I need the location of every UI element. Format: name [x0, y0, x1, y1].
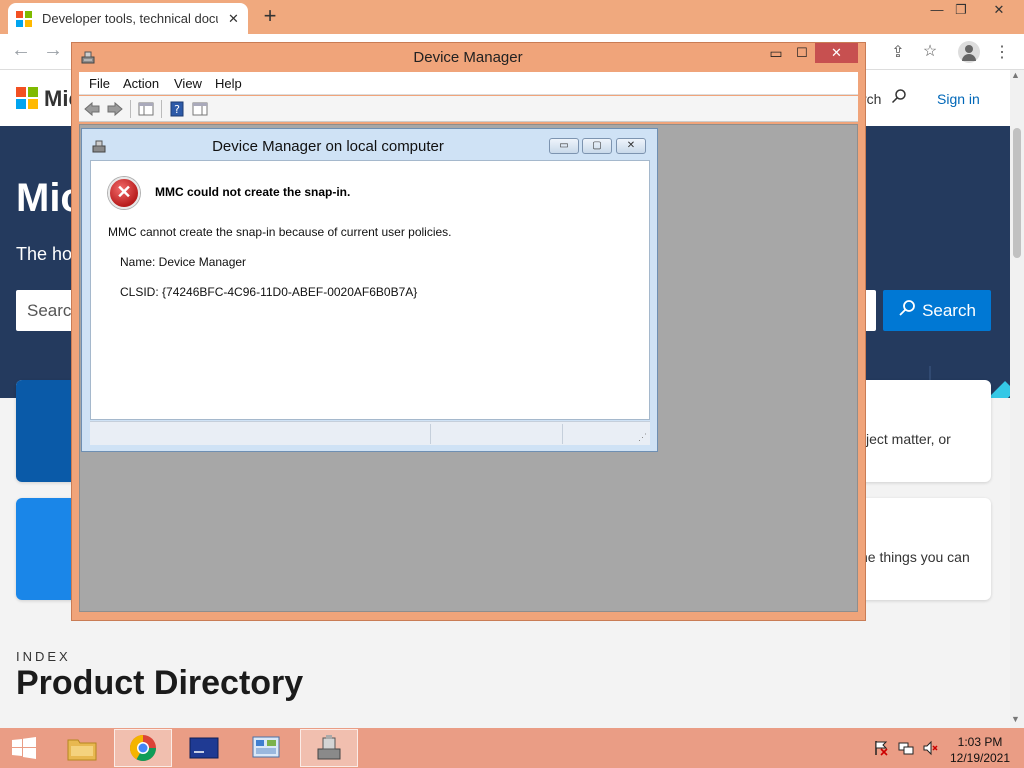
device-manager-title: Device Manager	[413, 49, 523, 66]
error-icon: ✕	[108, 177, 140, 209]
help-icon[interactable]: ?	[168, 100, 186, 118]
more-menu-icon[interactable]: ⋮	[990, 42, 1014, 62]
profile-avatar-icon[interactable]	[958, 41, 980, 63]
toolbar-separator	[161, 100, 162, 118]
child-minimize-button[interactable]: ▭	[549, 138, 579, 154]
control-panel-taskbar-icon[interactable]	[237, 729, 295, 767]
show-action-pane-icon[interactable]	[191, 100, 209, 118]
page-scrollbar-thumb[interactable]	[1013, 128, 1021, 258]
card-2-text: he things you can	[860, 549, 970, 565]
clock-time[interactable]: 1:03 PM	[940, 735, 1020, 749]
microsoft-favicon-icon	[16, 10, 32, 27]
error-heading: MMC could not create the snap-in.	[155, 185, 351, 199]
browser-restore-button[interactable]: ❐	[946, 0, 976, 22]
microsoft-logo-icon[interactable]	[16, 87, 38, 109]
tab-title: Developer tools, technical documentation…	[42, 11, 218, 26]
index-label: INDEX	[16, 649, 71, 664]
dm-close-button[interactable]: ✕	[815, 43, 858, 63]
clock-date[interactable]: 12/19/2021	[940, 751, 1020, 765]
tab-close-icon[interactable]: ✕	[228, 11, 239, 27]
error-message: MMC cannot create the snap-in because of…	[108, 225, 452, 239]
hero-subtitle: The ho	[16, 244, 73, 264]
back-arrow-icon[interactable]	[83, 100, 101, 118]
powershell-taskbar-icon[interactable]	[175, 729, 233, 767]
scroll-down-icon[interactable]: ▼	[1011, 714, 1020, 724]
resize-grip-icon[interactable]: ⋰	[638, 432, 647, 443]
menu-file[interactable]: File	[89, 76, 110, 91]
browser-tab[interactable]: Developer tools, technical documentation…	[8, 3, 248, 34]
child-window-title: Device Manager on local computer	[212, 138, 444, 155]
share-icon[interactable]: ⇪	[886, 42, 910, 62]
child-close-button[interactable]: ✕	[616, 138, 646, 154]
menu-view[interactable]: View	[174, 76, 202, 91]
snapin-clsid: CLSID: {74246BFC-4C96-11D0-ABEF-0020AF6B…	[120, 285, 418, 299]
toolbar-separator	[130, 100, 131, 118]
chrome-taskbar-icon[interactable]	[114, 729, 172, 767]
child-status-bar	[90, 421, 650, 445]
scroll-up-icon[interactable]: ▲	[1011, 70, 1020, 80]
action-center-flag-icon[interactable]	[873, 740, 889, 759]
svg-text:?: ?	[174, 103, 180, 116]
forward-arrow-icon[interactable]	[106, 100, 124, 118]
menu-action[interactable]: Action	[123, 76, 159, 91]
search-button-label: Search	[922, 300, 976, 320]
device-manager-app-icon[interactable]	[80, 49, 96, 65]
device-manager-taskbar-icon[interactable]	[300, 729, 358, 767]
bookmark-star-icon[interactable]: ☆	[918, 41, 942, 61]
dm-maximize-button[interactable]: ☐	[789, 44, 815, 64]
forward-icon[interactable]: →	[40, 39, 66, 62]
dm-minimize-button[interactable]: ▭	[763, 44, 789, 64]
status-divider	[430, 424, 431, 444]
hero-search-button[interactable]: Search	[883, 290, 991, 331]
child-maximize-button[interactable]: ▢	[582, 138, 612, 154]
file-explorer-taskbar-icon[interactable]	[53, 729, 111, 767]
sign-in-link[interactable]: Sign in	[937, 91, 980, 107]
back-icon[interactable]: ←	[8, 39, 34, 62]
product-directory-heading: Product Directory	[16, 664, 304, 702]
volume-muted-icon[interactable]	[922, 740, 938, 759]
search-icon	[898, 299, 916, 322]
header-search-icon[interactable]	[891, 88, 907, 109]
network-icon[interactable]	[898, 740, 914, 759]
hero-search-placeholder: Searc	[27, 301, 72, 320]
new-tab-button[interactable]: +	[258, 4, 282, 28]
snapin-name: Name: Device Manager	[120, 255, 247, 269]
menu-help[interactable]: Help	[215, 76, 242, 91]
card-1-text: ject matter, or	[866, 431, 951, 447]
browser-close-button[interactable]: ✕	[984, 0, 1014, 22]
show-hide-console-tree-icon[interactable]	[137, 100, 155, 118]
status-divider	[562, 424, 563, 444]
start-windows-icon[interactable]	[10, 736, 38, 760]
child-window-icon[interactable]	[91, 138, 107, 154]
